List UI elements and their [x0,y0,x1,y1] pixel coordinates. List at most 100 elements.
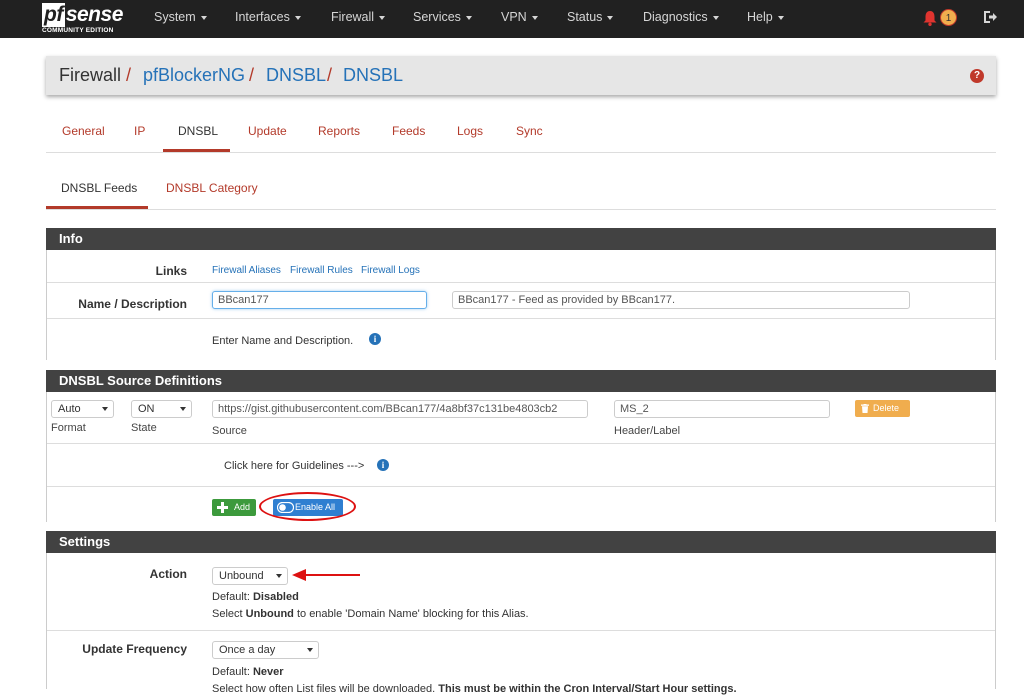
pfsense-logo[interactable]: pf sense COMMUNITY EDITION [42,3,132,35]
breadcrumb-dnsbl-current[interactable]: DNSBL [343,56,403,95]
header-label-label: Header/Label [614,425,681,437]
default-value: Never [252,666,284,678]
info-panel-header: Info [46,228,996,250]
guidelines-link[interactable]: Click here for Guidelines ---> [224,460,364,472]
nav-label: Interfaces [235,10,290,24]
row-divider [47,318,995,319]
delete-label: Delete [873,403,900,413]
name-help-text: Enter Name and Description. [212,335,354,347]
nav-interfaces[interactable]: Interfaces [235,0,301,38]
nav-status[interactable]: Status [567,0,614,38]
frequency-default: Default: Never [212,666,284,678]
tab-general[interactable]: General [62,121,105,141]
logout-icon[interactable] [982,9,998,25]
notification-badge[interactable]: 1 [940,9,957,26]
breadcrumb-separator: / [249,65,255,85]
state-select[interactable]: ON [131,400,192,418]
action-select[interactable]: Unbound [212,567,288,585]
nav-system[interactable]: System [154,0,207,38]
tab-dnsbl[interactable]: DNSBL [178,121,218,141]
nav-label: Diagnostics [643,10,708,24]
caret-down-icon [607,15,614,20]
nav-label: Services [413,10,461,24]
caret-down-icon [777,15,784,20]
help-bold: Unbound [245,608,294,620]
tab-reports[interactable]: Reports [318,121,360,141]
caret-down-icon [276,574,282,578]
row-divider [47,282,995,283]
row-divider [47,630,995,631]
links-label: Links [155,264,187,278]
subtab-dnsbl-category[interactable]: DNSBL Category [166,178,258,198]
logo-edition: COMMUNITY EDITION [42,27,114,34]
annotation-highlight-oval [259,492,356,521]
logo-name: sense [65,3,124,26]
help-bold: This must be within the Cron Interval/St… [438,683,737,695]
description-input[interactable]: BBcan177 - Feed as provided by BBcan177. [452,291,910,309]
info-icon[interactable]: i [369,333,381,345]
tab-feeds[interactable]: Feeds [392,121,425,141]
help-suffix: to enable 'Domain Name' blocking for thi… [293,608,529,620]
breadcrumb-firewall: Firewall [59,65,122,85]
tab-logs[interactable]: Logs [457,121,483,141]
annotation-arrow-icon [292,569,360,581]
source-url-input[interactable]: https://gist.githubusercontent.com/BBcan… [212,400,588,418]
state-label: State [131,422,157,434]
caret-down-icon [307,648,313,652]
tabs-divider [46,152,996,153]
caret-down-icon [180,407,186,411]
format-label: Format [51,422,86,434]
breadcrumb-separator: / [327,65,333,85]
top-navbar: pf sense COMMUNITY EDITION System Interfa… [0,0,1024,38]
breadcrumb-separator: / [126,65,132,85]
caret-down-icon [102,407,108,411]
nav-diagnostics[interactable]: Diagnostics [643,0,719,38]
help-text: Select how often List files will be down… [212,683,436,695]
row-divider [47,443,995,444]
info-icon[interactable]: i [377,459,389,471]
nav-services[interactable]: Services [413,0,472,38]
caret-down-icon [465,15,472,20]
question-icon[interactable]: ? [970,69,984,83]
link-firewall-logs[interactable]: Firewall Logs [361,265,420,276]
nav-firewall[interactable]: Firewall [331,0,386,38]
default-prefix: Default: [212,666,253,678]
settings-panel-body [46,553,996,689]
breadcrumb-pfblockerng[interactable]: pfBlockerNG [143,56,245,95]
help-prefix: Select [212,608,246,620]
logo-prefix: pf [42,3,65,27]
tab-sync[interactable]: Sync [516,121,543,141]
tab-update[interactable]: Update [248,121,287,141]
nav-help[interactable]: Help [747,0,784,38]
nav-label: Firewall [331,10,375,24]
source-panel-header: DNSBL Source Definitions [46,370,996,392]
name-input[interactable]: BBcan177 [212,291,427,309]
format-select[interactable]: Auto [51,400,114,418]
caret-down-icon [531,15,538,20]
nav-label: Help [747,10,773,24]
caret-down-icon [712,15,719,20]
frequency-help-text: Select how often List files will be down… [212,683,737,695]
subtab-dnsbl-feeds[interactable]: DNSBL Feeds [61,178,137,198]
nav-label: VPN [501,10,527,24]
nav-vpn[interactable]: VPN [501,0,538,38]
settings-panel-header: Settings [46,531,996,553]
delete-button[interactable]: Delete [855,400,910,417]
link-firewall-aliases[interactable]: Firewall Aliases [212,265,281,276]
update-frequency-select[interactable]: Once a day [212,641,319,659]
nav-label: System [154,10,196,24]
action-help-text: Select Unbound to enable 'Domain Name' b… [212,608,529,620]
trash-icon [861,404,869,413]
caret-down-icon [379,15,386,20]
header-label-input[interactable]: MS_2 [614,400,830,418]
bell-icon[interactable] [921,9,939,27]
breadcrumb-dnsbl[interactable]: DNSBL [266,56,326,95]
format-value: Auto [58,403,81,415]
name-description-label: Name / Description [78,297,187,311]
add-button[interactable]: Add [212,499,256,516]
tab-ip[interactable]: IP [134,121,145,141]
caret-down-icon [294,15,301,20]
link-firewall-rules[interactable]: Firewall Rules [290,265,353,276]
add-label: Add [234,502,251,512]
update-frequency-value: Once a day [219,644,276,656]
